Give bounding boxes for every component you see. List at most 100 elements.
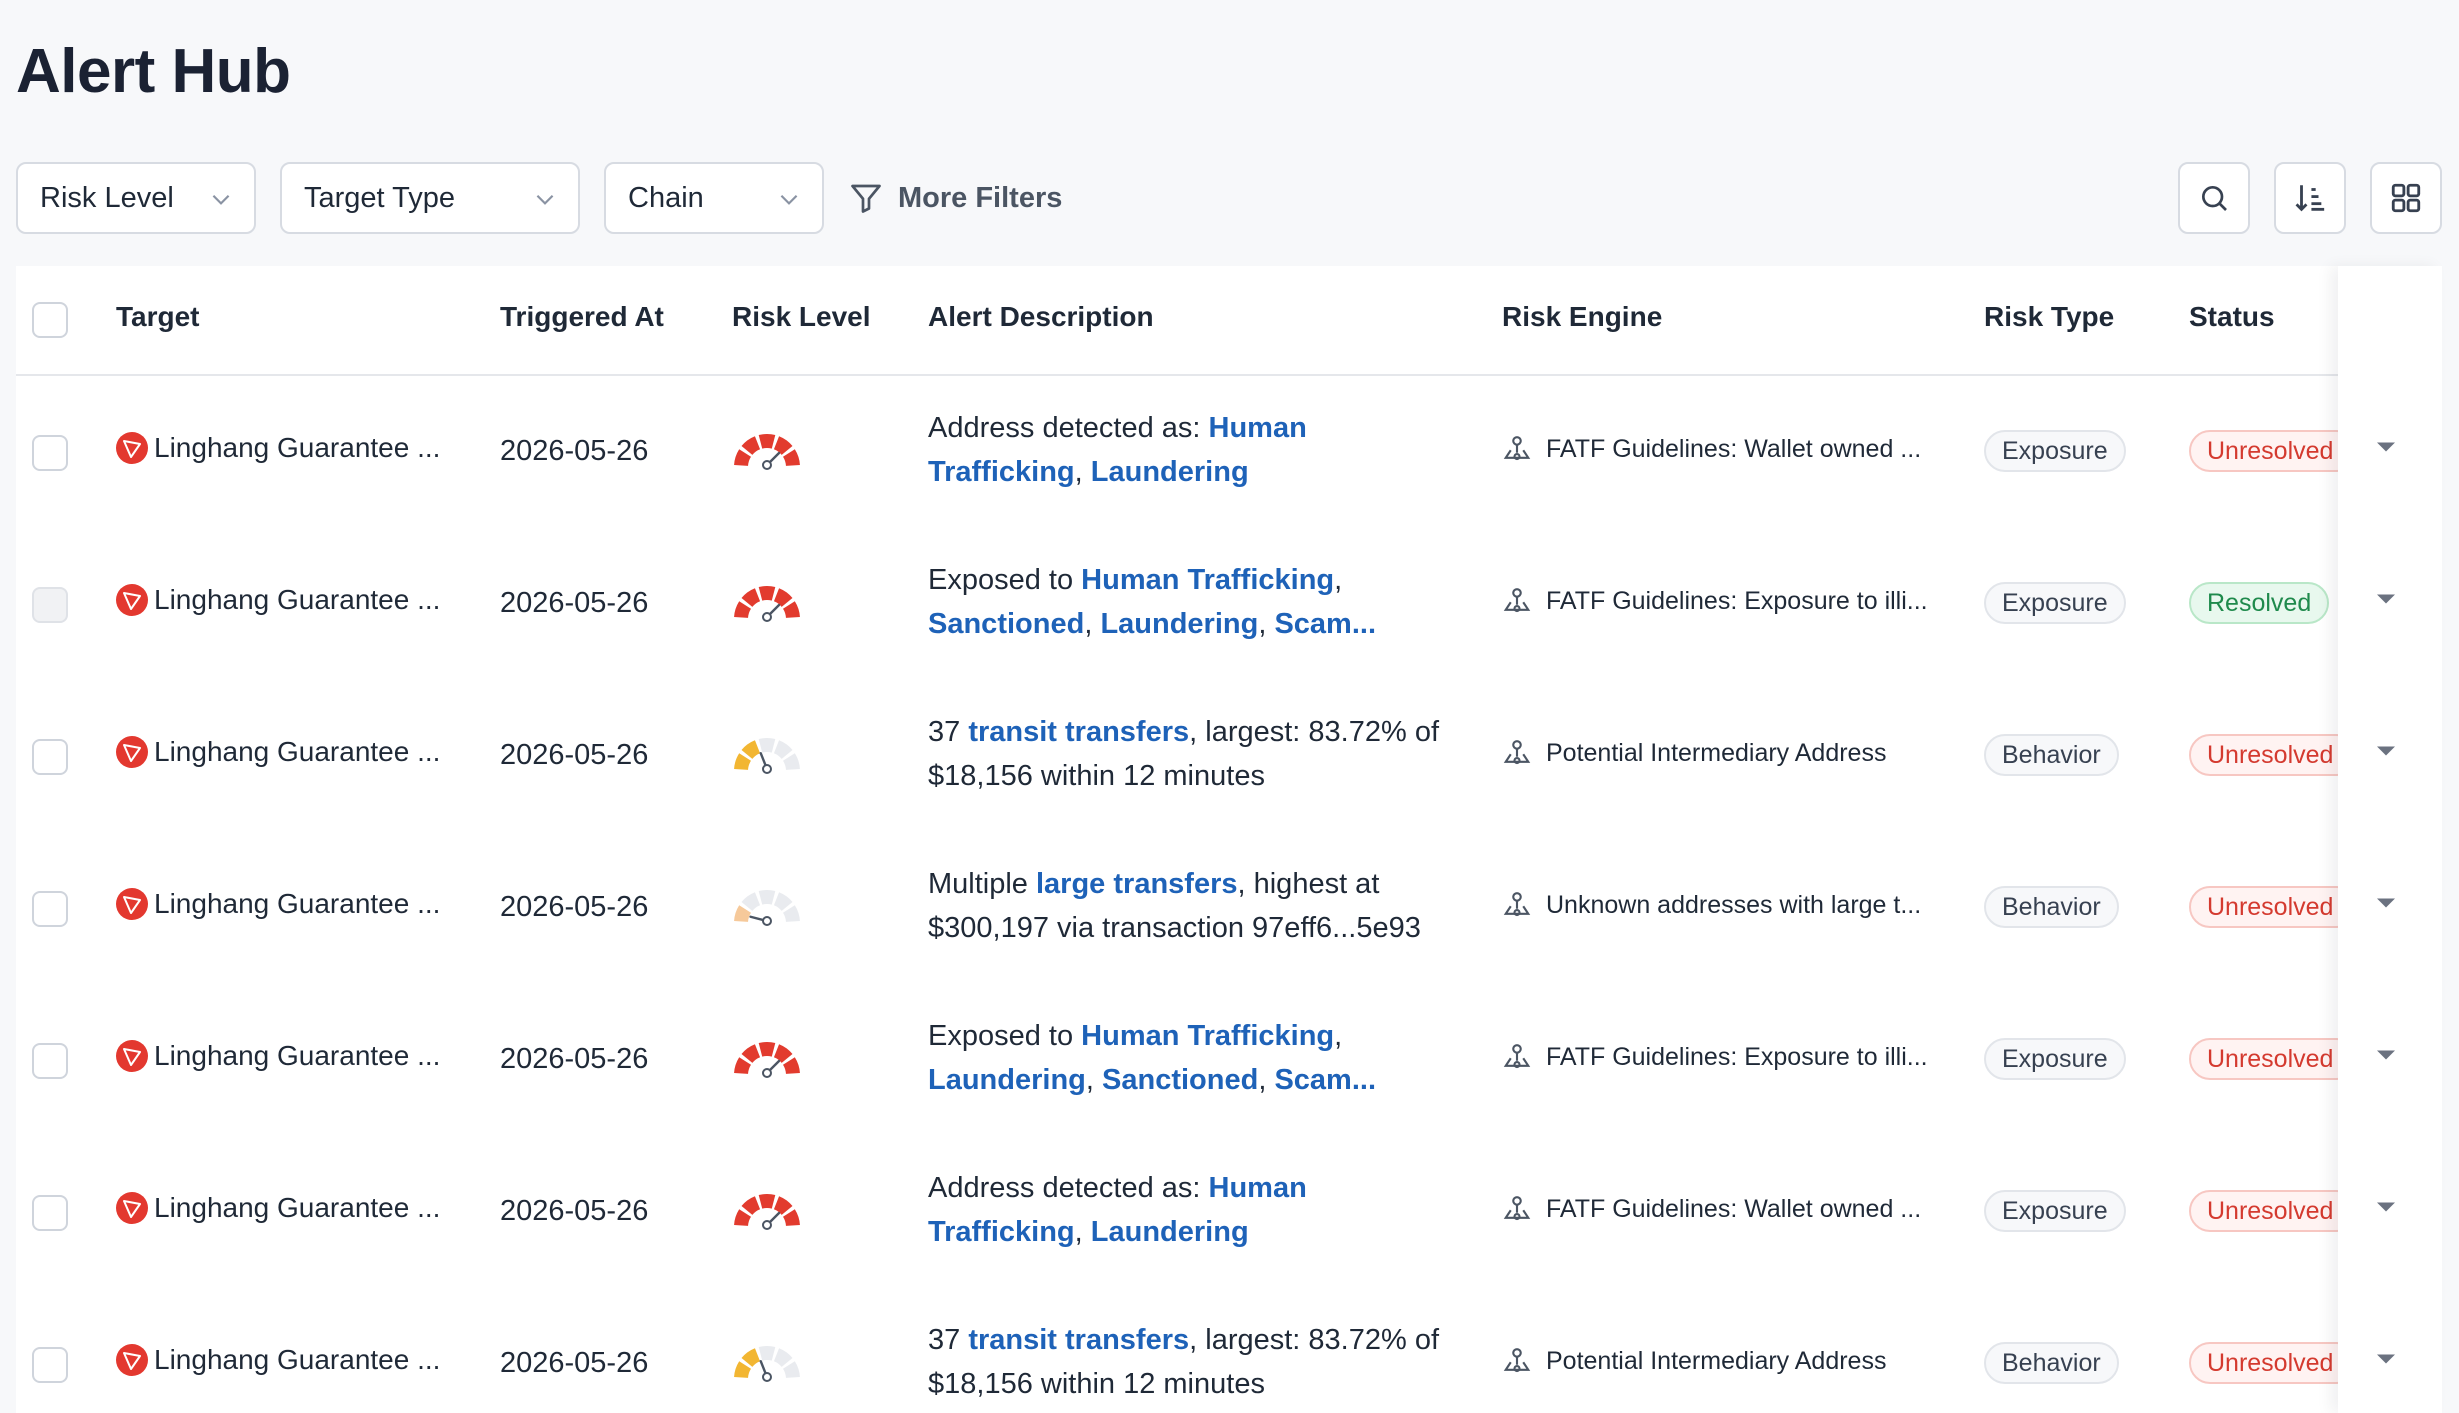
alert-description: Multiple large transfers, highest at $30…	[928, 862, 1448, 950]
row-expand-caret-icon[interactable]	[2372, 1046, 2400, 1064]
description-link[interactable]: transit transfers	[968, 1324, 1189, 1356]
target-cell[interactable]: Linghang Guarantee ...	[116, 1040, 440, 1072]
grid-icon	[2391, 183, 2421, 213]
tron-chain-icon	[116, 432, 148, 464]
col-header-target[interactable]: Target	[116, 301, 200, 333]
row-checkbox[interactable]	[32, 891, 68, 927]
row-expand-caret-icon[interactable]	[2372, 894, 2400, 912]
tron-chain-icon	[116, 888, 148, 920]
more-filters-label: More Filters	[898, 181, 1063, 214]
select-all-checkbox[interactable]	[32, 302, 68, 338]
risk-engine[interactable]: FATF Guidelines: Exposure to illi...	[1502, 586, 1928, 616]
chain-filter[interactable]: Chain	[604, 162, 824, 234]
target-name: Linghang Guarantee ...	[154, 736, 441, 767]
row-expand-caret-icon[interactable]	[2372, 438, 2400, 456]
table-row[interactable]: Linghang Guarantee ... 2026-05-26 Exposed …	[16, 984, 2341, 1136]
status-badge: Unresolved	[2189, 430, 2341, 472]
risk-engine[interactable]: FATF Guidelines: Exposure to illi...	[1502, 1042, 1928, 1072]
triggered-at: 2026-05-26	[500, 1195, 649, 1227]
target-cell[interactable]: Linghang Guarantee ...	[116, 584, 440, 616]
row-checkbox[interactable]	[32, 1043, 68, 1079]
risk-engine[interactable]: FATF Guidelines: Wallet owned ...	[1502, 1194, 1921, 1224]
risk-type-badge: Behavior	[1984, 1342, 2119, 1384]
table-row[interactable]: Linghang Guarantee ... 2026-05-26 Multiple…	[16, 832, 2341, 984]
row-expand-caret-icon[interactable]	[2372, 742, 2400, 760]
status-badge: Unresolved	[2189, 1038, 2341, 1080]
row-expand-caret-icon[interactable]	[2372, 1198, 2400, 1216]
row-checkbox[interactable]	[32, 435, 68, 471]
target-cell[interactable]: Linghang Guarantee ...	[116, 1192, 440, 1224]
target-cell[interactable]: Linghang Guarantee ...	[116, 432, 440, 464]
row-checkbox[interactable]	[32, 1195, 68, 1231]
description-link[interactable]: Human Trafficking	[1081, 1020, 1334, 1052]
description-link[interactable]: Laundering	[1100, 608, 1258, 640]
risk-engine[interactable]: Potential Intermediary Address	[1502, 738, 1886, 768]
risk-engine[interactable]: Potential Intermediary Address	[1502, 1346, 1886, 1376]
row-checkbox[interactable]	[32, 739, 68, 775]
table-row[interactable]: Linghang Guarantee ... 2026-05-26 Address …	[16, 1136, 2341, 1288]
table-row[interactable]: Linghang Guarantee ... 2026-05-26 Exposed …	[16, 528, 2341, 680]
description-text: ,	[1074, 1216, 1091, 1248]
col-header-triggered-at[interactable]: Triggered At	[500, 301, 664, 333]
target-type-filter-label: Target Type	[304, 181, 456, 214]
target-cell[interactable]: Linghang Guarantee ...	[116, 736, 440, 768]
description-link[interactable]: large transfers	[1036, 868, 1238, 900]
col-header-risk-level[interactable]: Risk Level	[732, 301, 871, 333]
risk-engine-icon	[1503, 892, 1531, 917]
grid-view-button[interactable]	[2370, 162, 2442, 234]
risk-type-badge: Behavior	[1984, 734, 2119, 776]
target-type-filter[interactable]: Target Type	[280, 162, 580, 234]
risk-engine[interactable]: Unknown addresses with large t...	[1502, 890, 1921, 920]
table-row[interactable]: Linghang Guarantee ... 2026-05-26 37 trans…	[16, 1288, 2341, 1413]
triggered-at: 2026-05-26	[500, 891, 649, 923]
more-filters-button[interactable]: More Filters	[848, 162, 1062, 234]
status-badge: Resolved	[2189, 582, 2330, 624]
risk-engine[interactable]: FATF Guidelines: Wallet owned ...	[1502, 434, 1921, 464]
description-link[interactable]: Scam...	[1274, 1064, 1376, 1096]
risk-engine-icon	[1503, 740, 1531, 765]
status-badge: Unresolved	[2189, 1190, 2341, 1232]
target-cell[interactable]: Linghang Guarantee ...	[116, 1344, 440, 1376]
target-name: Linghang Guarantee ...	[154, 432, 441, 463]
status-badge: Unresolved	[2189, 1342, 2341, 1384]
row-expand-caret-icon[interactable]	[2372, 590, 2400, 608]
risk-type-badge: Behavior	[1984, 886, 2119, 928]
description-text: Exposed to	[928, 1020, 1082, 1052]
description-link[interactable]: Sanctioned	[1102, 1064, 1258, 1096]
table-row[interactable]: Linghang Guarantee ... 2026-05-26 37 trans…	[16, 680, 2341, 832]
risk-engine-label: Potential Intermediary Address	[1546, 738, 1887, 767]
description-link[interactable]: transit transfers	[968, 716, 1189, 748]
col-header-risk-type: Risk Type	[1984, 301, 2115, 332]
risk-gauge-icon	[734, 585, 800, 622]
search-button[interactable]	[2178, 162, 2250, 234]
col-header-alert-description: Alert Description	[928, 301, 1154, 332]
tron-chain-icon	[116, 1344, 148, 1376]
row-checkbox	[32, 587, 68, 623]
risk-engine-label: Unknown addresses with large t...	[1546, 890, 1922, 919]
status-badge: Unresolved	[2189, 734, 2341, 776]
risk-engine-label: FATF Guidelines: Wallet owned ...	[1546, 1194, 1922, 1223]
risk-engine-label: FATF Guidelines: Wallet owned ...	[1546, 434, 1922, 463]
description-link[interactable]: Scam...	[1274, 608, 1376, 640]
row-checkbox[interactable]	[32, 1347, 68, 1383]
risk-gauge-icon	[734, 433, 800, 470]
sort-button[interactable]	[2274, 162, 2346, 234]
triggered-at: 2026-05-26	[500, 739, 649, 771]
tron-chain-icon	[116, 584, 148, 616]
description-link[interactable]: Laundering	[1091, 1216, 1249, 1248]
description-link[interactable]: Sanctioned	[928, 608, 1084, 640]
description-text: 37	[928, 1324, 969, 1356]
description-link[interactable]: Laundering	[1091, 456, 1249, 488]
description-text: ,	[1074, 456, 1091, 488]
description-link[interactable]: Human Trafficking	[1081, 564, 1334, 596]
chevron-down-icon	[780, 194, 798, 205]
description-link[interactable]: Laundering	[928, 1064, 1086, 1096]
description-text: ,	[1334, 564, 1343, 596]
row-expand-caret-icon[interactable]	[2372, 1350, 2400, 1368]
target-cell[interactable]: Linghang Guarantee ...	[116, 888, 440, 920]
description-text: ,	[1334, 1020, 1343, 1052]
risk-level-filter[interactable]: Risk Level	[16, 162, 256, 234]
table-row[interactable]: Linghang Guarantee ... 2026-05-26 Address …	[16, 376, 2341, 528]
status-badge: Unresolved	[2189, 886, 2341, 928]
filter-toolbar: Risk Level Target Type Chain More Filter…	[16, 162, 2442, 234]
